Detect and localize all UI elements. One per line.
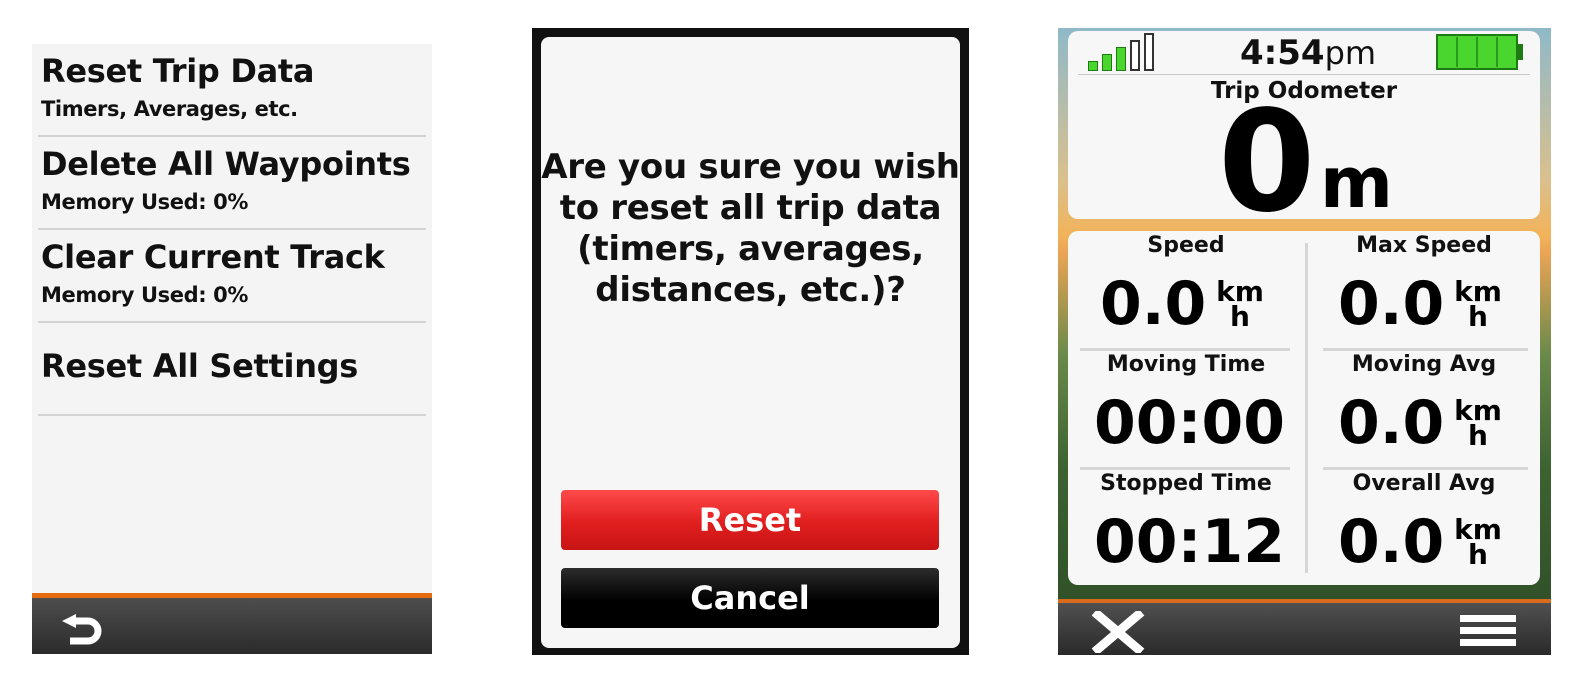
- battery-icon: [1436, 34, 1524, 70]
- menu-item-subtitle: Timers, Averages, etc.: [41, 97, 298, 121]
- menu-item-title: Reset Trip Data: [41, 52, 315, 90]
- field-moving-avg[interactable]: Moving Avg 0.0 km h: [1308, 350, 1540, 468]
- field-value: 00:12: [1094, 507, 1285, 577]
- field-moving-time[interactable]: Moving Time 00:00: [1070, 350, 1302, 468]
- field-stopped-time[interactable]: Stopped Time 00:12: [1070, 469, 1302, 587]
- field-label: Moving Time: [1106, 352, 1266, 377]
- field-value: 0.0: [1338, 388, 1445, 458]
- menu-item-clear-current-track[interactable]: Clear Current Track Memory Used: 0%: [38, 230, 426, 323]
- status-divider: [1078, 74, 1530, 75]
- field-overall-avg[interactable]: Overall Avg 0.0 km h: [1308, 469, 1540, 587]
- clock-time: 4:54: [1240, 33, 1325, 73]
- field-max-speed[interactable]: Max Speed 0.0 km h: [1308, 231, 1540, 349]
- close-icon[interactable]: [1088, 608, 1148, 655]
- signal-bar: [1102, 54, 1112, 71]
- field-speed[interactable]: Speed 0.0 km h: [1070, 231, 1302, 349]
- menu-item-subtitle: Memory Used: 0%: [41, 190, 248, 214]
- field-label: Max Speed: [1356, 233, 1492, 258]
- menu-item-reset-all-settings[interactable]: Reset All Settings: [38, 323, 426, 416]
- status-panel: 4:54pm Trip Odometer 0 m: [1068, 31, 1540, 233]
- signal-bar: [1144, 33, 1154, 71]
- field-label: Stopped Time: [1100, 471, 1272, 496]
- trip-odometer-unit: m: [1320, 142, 1393, 224]
- field-unit: km h: [1448, 278, 1508, 331]
- field-unit: km h: [1448, 516, 1508, 569]
- field-unit: km h: [1448, 397, 1508, 450]
- back-arrow-icon[interactable]: [54, 608, 110, 648]
- menu-item-title: Clear Current Track: [41, 238, 385, 276]
- reset-menu-screen: Reset Trip Data Timers, Averages, etc. D…: [32, 44, 432, 654]
- menu-item-reset-trip-data[interactable]: Reset Trip Data Timers, Averages, etc.: [38, 44, 426, 137]
- field-value: 0.0: [1100, 269, 1207, 339]
- clock-ampm: pm: [1324, 34, 1377, 72]
- menu-item-title: Delete All Waypoints: [41, 145, 411, 183]
- field-value: 0.0: [1338, 507, 1445, 577]
- field-label: Moving Avg: [1351, 352, 1497, 377]
- field-value: 0.0: [1338, 269, 1445, 339]
- bottom-toolbar: [32, 593, 432, 654]
- trip-odometer-value: 0: [1218, 81, 1315, 244]
- clock: 4:54pm: [1240, 33, 1376, 73]
- menu-item-title: Reset All Settings: [41, 347, 359, 385]
- data-fields-panel: Speed 0.0 km h Max Speed 0.0 km h Moving T…: [1068, 231, 1540, 585]
- field-label: Speed: [1147, 233, 1225, 258]
- menu-item-delete-all-waypoints[interactable]: Delete All Waypoints Memory Used: 0%: [38, 137, 426, 230]
- cancel-button[interactable]: Cancel: [561, 568, 939, 628]
- bottom-toolbar: [1058, 599, 1551, 655]
- confirm-dialog-screen: Are you sure you wish to reset all trip …: [532, 28, 969, 655]
- confirm-dialog: Are you sure you wish to reset all trip …: [541, 37, 960, 648]
- reset-button[interactable]: Reset: [561, 490, 939, 550]
- field-value: 00:00: [1094, 388, 1285, 458]
- signal-bar: [1088, 61, 1098, 71]
- field-unit: km h: [1210, 278, 1270, 331]
- trip-computer-screen: 4:54pm Trip Odometer 0 m Speed 0.0 km h M…: [1058, 28, 1551, 655]
- signal-bar: [1130, 40, 1140, 71]
- menu-icon[interactable]: [1458, 613, 1518, 649]
- field-label: Overall Avg: [1352, 471, 1496, 496]
- menu-item-subtitle: Memory Used: 0%: [41, 283, 248, 307]
- signal-bar: [1116, 47, 1126, 71]
- dialog-message: Are you sure you wish to reset all trip …: [541, 147, 960, 310]
